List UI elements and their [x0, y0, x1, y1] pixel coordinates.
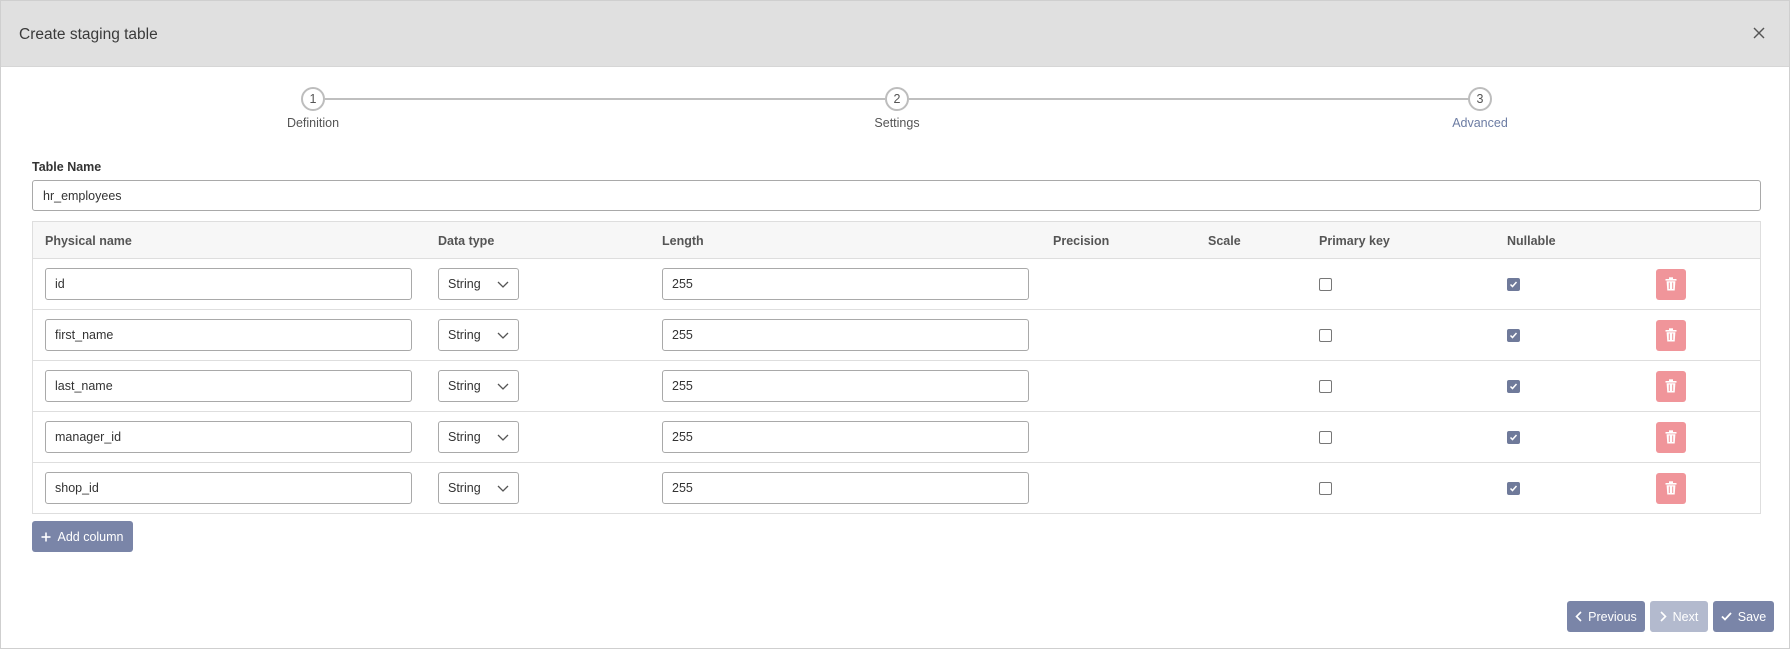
create-staging-table-dialog: Create staging table 1 Definition 2 Sett… — [0, 0, 1790, 649]
data-type-value: String — [448, 481, 481, 495]
step-label: Settings — [874, 116, 920, 130]
stepper-line — [909, 98, 1471, 100]
chevron-right-icon — [1660, 611, 1667, 622]
trash-icon — [1665, 481, 1677, 495]
physical-name-input[interactable] — [45, 268, 412, 300]
data-type-value: String — [448, 328, 481, 342]
physical-name-input[interactable] — [45, 421, 412, 453]
grid-body: String String String String String — [33, 259, 1760, 514]
column-header-primary-key: Primary key — [1319, 234, 1390, 248]
add-column-button[interactable]: Add column — [32, 521, 133, 552]
column-header-physical-name: Physical name — [45, 234, 132, 248]
primary-key-checkbox[interactable] — [1319, 278, 1332, 291]
columns-grid: Physical name Data type Length Precision… — [32, 221, 1761, 514]
data-type-select[interactable]: String — [438, 319, 519, 351]
table-row: String — [33, 463, 1760, 514]
nullable-checkbox[interactable] — [1507, 482, 1520, 495]
nullable-checkbox[interactable] — [1507, 329, 1520, 342]
data-type-value: String — [448, 430, 481, 444]
delete-row-button[interactable] — [1656, 371, 1686, 402]
step-number: 3 — [1468, 87, 1492, 111]
delete-row-button[interactable] — [1656, 422, 1686, 453]
step-label: Advanced — [1452, 116, 1508, 130]
column-header-precision: Precision — [1053, 234, 1110, 248]
trash-icon — [1665, 379, 1677, 393]
step-definition[interactable]: 1 Definition — [253, 87, 373, 130]
grid-header: Physical name Data type Length Precision… — [33, 222, 1760, 259]
trash-icon — [1665, 328, 1677, 342]
length-input[interactable] — [662, 319, 1029, 351]
column-header-nullable: Nullable — [1507, 234, 1556, 248]
trash-icon — [1665, 277, 1677, 291]
data-type-select[interactable]: String — [438, 421, 519, 453]
primary-key-checkbox[interactable] — [1319, 329, 1332, 342]
delete-row-button[interactable] — [1656, 473, 1686, 504]
chevron-down-icon — [497, 434, 509, 441]
step-number: 1 — [301, 87, 325, 111]
physical-name-input[interactable] — [45, 472, 412, 504]
trash-icon — [1665, 430, 1677, 444]
stepper-line — [325, 98, 885, 100]
table-row: String — [33, 259, 1760, 310]
nullable-checkbox[interactable] — [1507, 380, 1520, 393]
data-type-value: String — [448, 379, 481, 393]
plus-icon — [41, 532, 51, 541]
close-button[interactable] — [1749, 23, 1769, 43]
column-header-length: Length — [662, 234, 704, 248]
add-column-label: Add column — [57, 529, 124, 544]
chevron-down-icon — [497, 485, 509, 492]
chevron-down-icon — [497, 332, 509, 339]
step-label: Definition — [286, 116, 340, 130]
primary-key-checkbox[interactable] — [1319, 431, 1332, 444]
delete-row-button[interactable] — [1656, 320, 1686, 351]
chevron-down-icon — [497, 281, 509, 288]
length-input[interactable] — [662, 268, 1029, 300]
step-advanced[interactable]: 3 Advanced — [1420, 87, 1540, 130]
primary-key-checkbox[interactable] — [1319, 482, 1332, 495]
table-name-label: Table Name — [32, 160, 102, 174]
nullable-checkbox[interactable] — [1507, 431, 1520, 444]
table-name-input[interactable] — [32, 180, 1761, 211]
dialog-header: Create staging table — [1, 1, 1789, 67]
data-type-select[interactable]: String — [438, 370, 519, 402]
primary-key-checkbox[interactable] — [1319, 380, 1332, 393]
table-row: String — [33, 412, 1760, 463]
save-button[interactable]: Save — [1713, 601, 1774, 632]
previous-button[interactable]: Previous — [1567, 601, 1645, 632]
data-type-value: String — [448, 277, 481, 291]
next-label: Next — [1672, 609, 1699, 624]
column-header-scale: Scale — [1208, 234, 1241, 248]
step-number: 2 — [885, 87, 909, 111]
chevron-left-icon — [1575, 611, 1582, 622]
wizard-stepper: 1 Definition 2 Settings 3 Advanced — [1, 67, 1789, 147]
length-input[interactable] — [662, 421, 1029, 453]
next-button[interactable]: Next — [1650, 601, 1708, 632]
data-type-select[interactable]: String — [438, 472, 519, 504]
length-input[interactable] — [662, 472, 1029, 504]
table-row: String — [33, 361, 1760, 412]
length-input[interactable] — [662, 370, 1029, 402]
column-header-data-type: Data type — [438, 234, 495, 248]
table-row: String — [33, 310, 1760, 361]
save-label: Save — [1737, 609, 1767, 624]
step-settings[interactable]: 2 Settings — [837, 87, 957, 130]
chevron-down-icon — [497, 383, 509, 390]
physical-name-input[interactable] — [45, 319, 412, 351]
previous-label: Previous — [1588, 609, 1637, 624]
nullable-checkbox[interactable] — [1507, 278, 1520, 291]
delete-row-button[interactable] — [1656, 269, 1686, 300]
close-icon — [1753, 27, 1765, 39]
data-type-select[interactable]: String — [438, 268, 519, 300]
dialog-title: Create staging table — [19, 26, 158, 43]
check-icon — [1721, 612, 1732, 621]
physical-name-input[interactable] — [45, 370, 412, 402]
